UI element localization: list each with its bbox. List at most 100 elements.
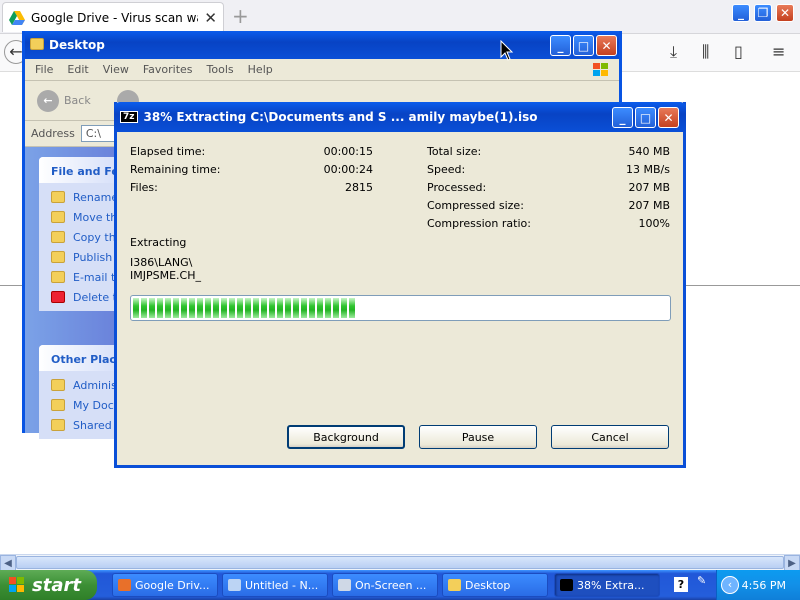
taskbar-item-desktop[interactable]: Desktop bbox=[442, 573, 548, 597]
menu-view[interactable]: View bbox=[103, 63, 129, 76]
progress-block bbox=[301, 298, 307, 318]
extract-progress-dialog: 7z 38% Extracting C:\Documents and S ...… bbox=[114, 102, 686, 468]
google-drive-icon bbox=[9, 10, 25, 25]
browser-close-button[interactable]: ✕ bbox=[776, 4, 794, 22]
windows-flag-icon bbox=[9, 577, 25, 593]
delete-icon bbox=[51, 291, 65, 303]
taskbar-item-label: Untitled - N... bbox=[245, 578, 319, 592]
progress-block bbox=[213, 298, 219, 318]
menu-favorites[interactable]: Favorites bbox=[143, 63, 193, 76]
progress-block bbox=[141, 298, 147, 318]
explorer-menu-bar: File Edit View Favorites Tools Help bbox=[25, 59, 619, 81]
progress-block bbox=[237, 298, 243, 318]
browser-maximize-button[interactable]: ❐ bbox=[754, 4, 772, 22]
background-button[interactable]: Background bbox=[287, 425, 405, 449]
progress-block bbox=[245, 298, 251, 318]
7zip-icon bbox=[560, 579, 573, 591]
total-size-label: Total size: bbox=[427, 145, 482, 158]
pause-button[interactable]: Pause bbox=[419, 425, 537, 449]
progress-bar bbox=[130, 295, 671, 321]
dialog-title-bar[interactable]: 7z 38% Extracting C:\Documents and S ...… bbox=[114, 102, 686, 132]
start-button[interactable]: start bbox=[0, 570, 97, 600]
dialog-maximize-button[interactable]: □ bbox=[635, 107, 656, 128]
explorer-minimize-button[interactable]: _ bbox=[550, 35, 571, 56]
files-value: 2815 bbox=[345, 181, 373, 194]
menu-help[interactable]: Help bbox=[248, 63, 273, 76]
scroll-right-icon[interactable]: ▶ bbox=[784, 555, 800, 571]
compression-ratio-value: 100% bbox=[638, 217, 670, 230]
progress-block bbox=[229, 298, 235, 318]
windows-logo-icon bbox=[591, 61, 611, 79]
dialog-close-button[interactable]: ✕ bbox=[658, 107, 679, 128]
dialog-title: 38% Extracting C:\Documents and S ... am… bbox=[143, 110, 538, 124]
keyboard-icon bbox=[338, 579, 351, 591]
menu-icon[interactable]: ≡ bbox=[772, 42, 785, 61]
tray-expand-icon[interactable]: ‹ bbox=[721, 576, 739, 594]
mouse-cursor-icon bbox=[500, 40, 514, 61]
elapsed-time-label: Elapsed time: bbox=[130, 145, 206, 158]
task-label: Move th bbox=[73, 210, 118, 224]
notification-icon[interactable]: ✎ bbox=[697, 574, 706, 587]
minimize-icon: _ bbox=[619, 110, 626, 125]
taskbar-item-label: On-Screen ... bbox=[355, 578, 427, 592]
progress-block bbox=[341, 298, 347, 318]
restore-icon: ❐ bbox=[757, 6, 769, 20]
menu-tools[interactable]: Tools bbox=[207, 63, 234, 76]
progress-block bbox=[333, 298, 339, 318]
tab-close-icon[interactable]: ✕ bbox=[204, 9, 217, 27]
library-icon[interactable]: ⫼ bbox=[702, 42, 709, 62]
minimize-icon: _ bbox=[738, 6, 744, 20]
explorer-maximize-button[interactable]: □ bbox=[573, 35, 594, 56]
back-label[interactable]: Back bbox=[64, 94, 91, 107]
task-label: Rename bbox=[73, 190, 119, 204]
progress-block bbox=[221, 298, 227, 318]
progress-block bbox=[133, 298, 139, 318]
folder-icon bbox=[51, 419, 65, 431]
menu-file[interactable]: File bbox=[35, 63, 53, 76]
taskbar-item-label: Google Driv... bbox=[135, 578, 210, 592]
dialog-minimize-button[interactable]: _ bbox=[612, 107, 633, 128]
progress-block bbox=[149, 298, 155, 318]
menu-edit[interactable]: Edit bbox=[67, 63, 88, 76]
download-icon[interactable]: ⤓ bbox=[670, 42, 677, 62]
explorer-title: Desktop bbox=[49, 38, 105, 52]
help-icon[interactable]: ? bbox=[674, 577, 688, 592]
clock[interactable]: 4:56 PM bbox=[742, 579, 786, 592]
taskbar-item-7zip[interactable]: 38% Extra... bbox=[554, 573, 660, 597]
taskbar: start Google Driv... Untitled - N... On-… bbox=[0, 570, 800, 600]
close-icon: ✕ bbox=[779, 6, 791, 20]
taskbar-item-browser[interactable]: Google Driv... bbox=[112, 573, 218, 597]
horizontal-scrollbar[interactable]: ◀ ▶ bbox=[0, 554, 800, 571]
browser-tab[interactable]: Google Drive - Virus scan warning ✕ bbox=[2, 2, 224, 32]
cancel-button[interactable]: Cancel bbox=[551, 425, 669, 449]
files-label: Files: bbox=[130, 181, 158, 194]
folder-icon bbox=[448, 579, 461, 591]
explorer-title-bar[interactable]: Desktop bbox=[25, 31, 619, 59]
progress-block bbox=[261, 298, 267, 318]
minimize-icon: _ bbox=[557, 38, 564, 53]
browser-minimize-button[interactable]: _ bbox=[732, 4, 750, 22]
progress-block bbox=[181, 298, 187, 318]
explorer-close-button[interactable]: ✕ bbox=[596, 35, 617, 56]
elapsed-time-value: 00:00:15 bbox=[323, 145, 373, 158]
progress-block bbox=[349, 298, 355, 318]
sidebar-icon[interactable]: ▯ bbox=[734, 42, 743, 61]
new-tab-button[interactable]: + bbox=[232, 4, 249, 28]
scrollbar-thumb[interactable] bbox=[16, 556, 784, 569]
firefox-icon bbox=[118, 579, 131, 591]
progress-block bbox=[189, 298, 195, 318]
folder-icon bbox=[30, 38, 44, 50]
close-icon: ✕ bbox=[601, 38, 612, 53]
system-tray: ‹ 4:56 PM bbox=[716, 570, 800, 600]
current-path: I386\LANG\ bbox=[130, 256, 193, 269]
back-icon[interactable]: ← bbox=[37, 90, 59, 112]
browser-tab-title: Google Drive - Virus scan warning bbox=[31, 10, 198, 25]
taskbar-item-osk[interactable]: On-Screen ... bbox=[332, 573, 438, 597]
taskbar-item-notepad[interactable]: Untitled - N... bbox=[222, 573, 328, 597]
current-file: IMJPSME.CH_ bbox=[130, 269, 201, 282]
scroll-left-icon[interactable]: ◀ bbox=[0, 555, 16, 571]
move-icon bbox=[51, 211, 65, 223]
progress-block bbox=[285, 298, 291, 318]
progress-block bbox=[253, 298, 259, 318]
7zip-icon: 7z bbox=[120, 111, 138, 123]
